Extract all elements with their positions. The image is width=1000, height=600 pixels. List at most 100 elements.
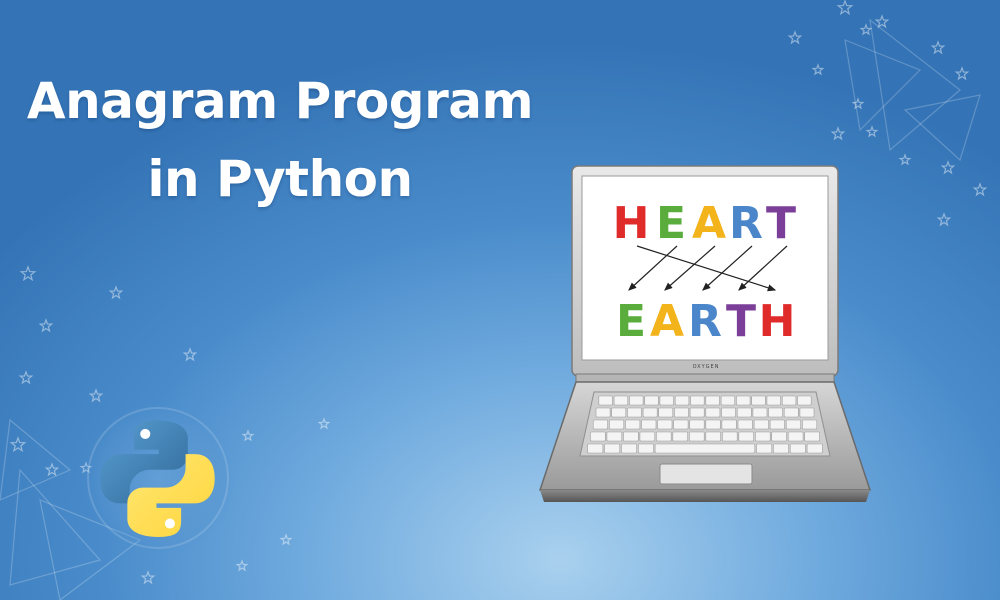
keyboard-key bbox=[753, 419, 769, 430]
earth-letter-e: E bbox=[616, 296, 646, 347]
keyboard-key bbox=[642, 407, 658, 418]
star-icon bbox=[140, 570, 156, 585]
mapping-arrows bbox=[628, 245, 788, 292]
keyboard-key bbox=[657, 419, 673, 430]
arrow-r bbox=[702, 245, 753, 291]
keyboard-key bbox=[611, 407, 627, 418]
keyboard-key bbox=[690, 395, 705, 406]
star-icon bbox=[317, 417, 331, 430]
star-icon bbox=[38, 318, 54, 333]
keyboard-key bbox=[721, 419, 737, 430]
keyboard-spacebar bbox=[654, 443, 756, 454]
arrow-e bbox=[628, 245, 678, 291]
star-icon bbox=[9, 436, 27, 453]
keyboard-key bbox=[785, 419, 801, 430]
word-heart: HEART bbox=[613, 198, 796, 249]
word-earth: EARTH bbox=[616, 296, 795, 347]
keyboard-key bbox=[621, 443, 638, 454]
star-icon bbox=[811, 63, 825, 76]
keyboard-key bbox=[769, 419, 785, 430]
keyboard-key bbox=[658, 407, 674, 418]
keyboard-key bbox=[604, 443, 621, 454]
keyboard-key bbox=[783, 407, 799, 418]
keyboard-key bbox=[656, 431, 672, 442]
keyboard-key bbox=[659, 395, 674, 406]
keyboard-key bbox=[674, 407, 689, 418]
title-line-1: Anagram Program bbox=[26, 72, 534, 130]
heart-letter-h: H bbox=[613, 198, 650, 249]
keyboard-key bbox=[755, 431, 771, 442]
keyboard-key bbox=[606, 431, 623, 442]
keyboard-key bbox=[595, 407, 611, 418]
star-icon bbox=[936, 212, 952, 227]
keyboard-key bbox=[722, 431, 738, 442]
keyboard-key bbox=[689, 407, 705, 418]
keyboard-key bbox=[623, 431, 639, 442]
keyboard-key bbox=[720, 395, 736, 406]
keyboard-key bbox=[721, 407, 736, 418]
star-icon bbox=[898, 153, 912, 166]
keyboard-key bbox=[804, 431, 820, 442]
keyboard-key bbox=[674, 395, 690, 406]
heart-letter-a: A bbox=[692, 198, 726, 249]
star-icon bbox=[19, 265, 37, 282]
keyboard-key bbox=[705, 431, 722, 442]
keyboard-key bbox=[638, 443, 654, 454]
keyboard-key bbox=[799, 407, 815, 418]
keyboard-key bbox=[598, 395, 613, 406]
keyboard-key bbox=[592, 419, 609, 430]
earth-letter-h: H bbox=[759, 296, 796, 347]
keyboard-key bbox=[644, 395, 659, 406]
star-icon bbox=[241, 429, 255, 442]
keyboard-key bbox=[587, 443, 604, 454]
keyboard-key bbox=[797, 395, 812, 406]
star-icon bbox=[235, 559, 249, 572]
keyboard-key bbox=[736, 407, 752, 418]
star-icon bbox=[859, 23, 873, 36]
heart-letter-r: R bbox=[729, 198, 763, 249]
star-icon bbox=[787, 30, 803, 45]
star-icon bbox=[836, 0, 854, 16]
star-icon bbox=[865, 125, 879, 138]
keyboard-key bbox=[751, 395, 766, 406]
star-icon bbox=[279, 533, 293, 546]
star-icon bbox=[954, 66, 970, 81]
title-line-2: in Python bbox=[147, 150, 413, 208]
slide-title: Anagram Program in Python bbox=[0, 62, 560, 218]
star-icon bbox=[972, 182, 988, 197]
keyboard-key bbox=[689, 419, 705, 430]
slide-canvas: Anagram Program in Python OXYGEN H E A R… bbox=[0, 0, 1000, 600]
keyboard-key bbox=[705, 395, 720, 406]
keyboard-key bbox=[773, 443, 789, 454]
keyboard-key bbox=[781, 395, 797, 406]
keyboard-key bbox=[801, 419, 818, 430]
keyboard-key bbox=[689, 431, 705, 442]
star-icon bbox=[182, 347, 198, 362]
keyboard-key bbox=[639, 431, 656, 442]
keyboard-key bbox=[590, 431, 606, 442]
keyboard-key bbox=[613, 395, 629, 406]
keyboard-key bbox=[766, 395, 781, 406]
keyboard-key bbox=[629, 395, 644, 406]
star-icon bbox=[874, 14, 890, 29]
keyboard-key bbox=[736, 395, 751, 406]
earth-letter-r: R bbox=[688, 296, 722, 347]
arrow-t bbox=[738, 245, 788, 291]
keyboard-key bbox=[609, 419, 625, 430]
star-icon bbox=[830, 126, 846, 141]
keyboard-key bbox=[771, 431, 787, 442]
keyboard-key bbox=[672, 431, 689, 442]
python-logo-icon bbox=[80, 400, 236, 556]
keyboard-key bbox=[738, 431, 755, 442]
keyboard-key bbox=[756, 443, 773, 454]
star-icon bbox=[18, 370, 34, 385]
star-icon bbox=[940, 160, 956, 175]
heart-letter-t: T bbox=[766, 198, 796, 249]
arrow-h bbox=[636, 245, 777, 292]
keyboard-key bbox=[705, 407, 721, 418]
star-icon bbox=[108, 285, 124, 300]
keyboard-key bbox=[705, 419, 721, 430]
star-icon bbox=[44, 462, 60, 477]
earth-letter-a: A bbox=[650, 296, 684, 347]
heart-letter-e: E bbox=[656, 198, 686, 249]
